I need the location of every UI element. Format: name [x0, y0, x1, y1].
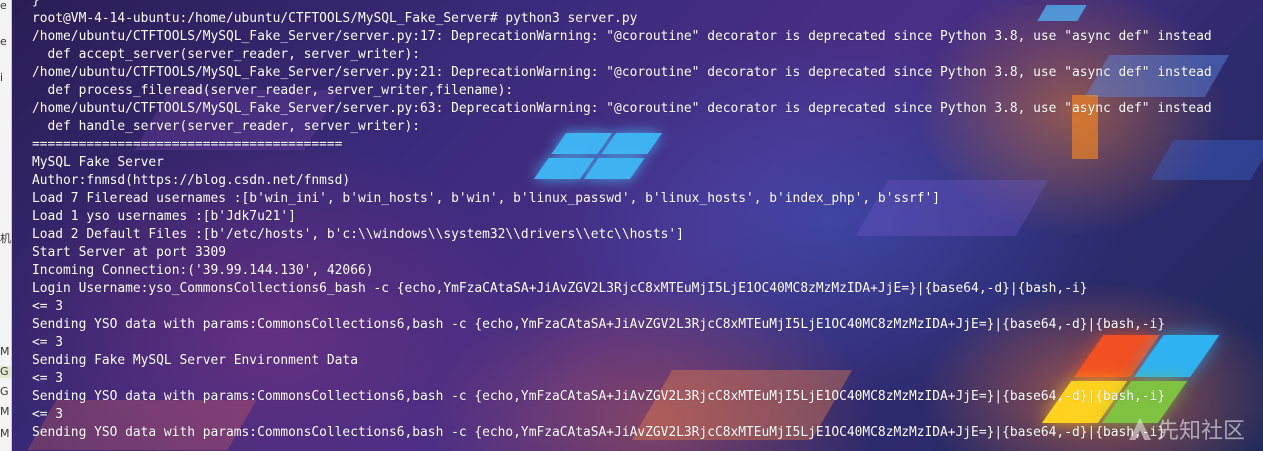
- terminal-line: Load 1 yso usernames :[b'Jdk7u21']: [32, 209, 296, 224]
- terminal-line: def handle_server(server_reader, server_…: [32, 119, 421, 134]
- terminal-line: Load 7 Fileread usernames :[b'win_ini', …: [32, 191, 941, 206]
- terminal-output[interactable]: } root@VM-4-14-ubuntu:/home/ubuntu/CTFTO…: [32, 0, 1262, 442]
- terminal-line: <= 3: [32, 407, 64, 422]
- terminal-line: Start Server at port 3309: [32, 245, 227, 260]
- terminal-line: Sending YSO data with params:CommonsColl…: [32, 317, 1166, 332]
- background-window-fragment: G: [0, 386, 9, 398]
- background-window-fragment: e: [0, 0, 7, 12]
- background-window-fragment: G: [0, 366, 11, 378]
- terminal-line: Author:fnmsd(https://blog.csdn.net/fnmsd…: [32, 173, 351, 188]
- terminal-line: Sending Fake MySQL Server Environment Da…: [32, 353, 358, 368]
- terminal-line: <= 3: [32, 371, 64, 386]
- terminal-line: def accept_server(server_reader, server_…: [32, 47, 421, 62]
- terminal-line: <= 3: [32, 299, 64, 314]
- terminal-window[interactable]: } root@VM-4-14-ubuntu:/home/ubuntu/CTFTO…: [12, 0, 1263, 451]
- terminal-line: root@VM-4-14-ubuntu:/home/ubuntu/CTFTOOL…: [32, 11, 638, 26]
- background-window-fragment: i: [0, 72, 4, 84]
- terminal-line: Sending YSO data with params:CommonsColl…: [32, 389, 1166, 404]
- terminal-line: <= 3: [32, 335, 64, 350]
- terminal-line: Load 2 Default Files :[b'/etc/hosts', b'…: [32, 227, 684, 242]
- terminal-line: Login Username:yso_CommonsCollections6_b…: [32, 281, 1088, 296]
- terminal-line: ========================================: [32, 137, 343, 152]
- background-window-fragment: M: [0, 428, 10, 440]
- terminal-line: /home/ubuntu/CTFTOOLS/MySQL_Fake_Server/…: [32, 101, 1212, 116]
- terminal-line: /home/ubuntu/CTFTOOLS/MySQL_Fake_Server/…: [32, 65, 1212, 80]
- background-window-fragment: M: [0, 406, 10, 418]
- background-window-strip: e e i 机 M G G M M: [0, 0, 12, 451]
- terminal-line: Sending YSO data with params:CommonsColl…: [32, 425, 1166, 440]
- terminal-line: Incoming Connection:('39.99.144.130', 42…: [32, 263, 374, 278]
- background-window-fragment: M: [0, 346, 10, 358]
- background-window-fragment: e: [0, 36, 7, 48]
- terminal-line: def process_fileread(server_reader, serv…: [32, 83, 514, 98]
- terminal-line: MySQL Fake Server: [32, 155, 164, 170]
- terminal-line: }: [32, 0, 40, 8]
- background-window-fragment: 机: [0, 233, 11, 245]
- terminal-line: /home/ubuntu/CTFTOOLS/MySQL_Fake_Server/…: [32, 29, 1212, 44]
